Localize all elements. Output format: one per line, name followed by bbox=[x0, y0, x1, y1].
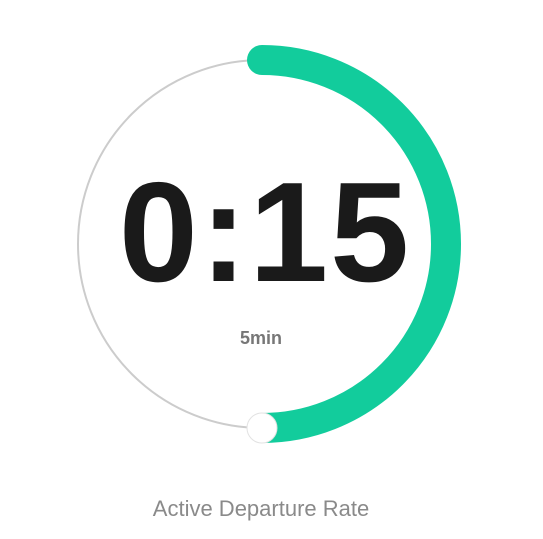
countdown-timer: 0:15 5min bbox=[0, 0, 543, 539]
timer-caption: Active Departure Rate bbox=[152, 496, 370, 521]
time-remaining: 0:15 bbox=[118, 153, 412, 312]
duration-label: 5min bbox=[239, 328, 282, 348]
timer-progress-handle[interactable] bbox=[246, 412, 278, 444]
